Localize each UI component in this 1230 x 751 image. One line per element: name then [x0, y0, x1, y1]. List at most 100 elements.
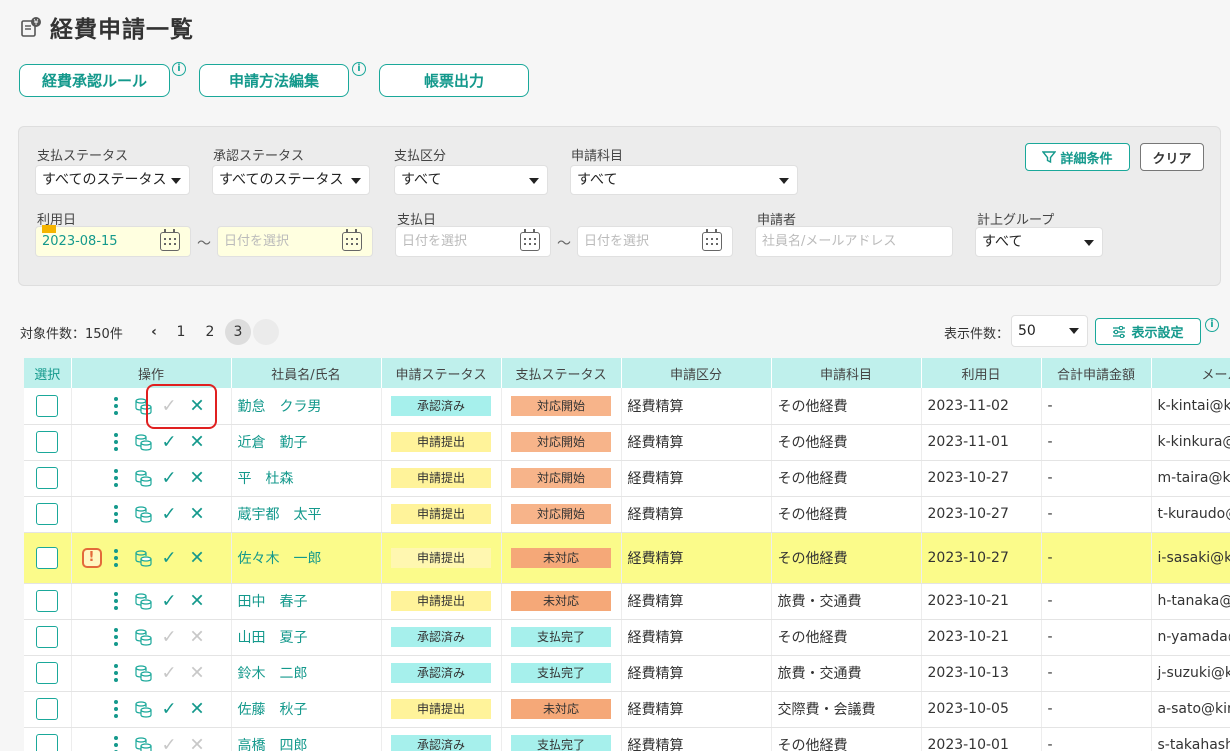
- pay-date-from-input[interactable]: 日付を選択: [395, 226, 551, 257]
- calendar-icon[interactable]: [520, 229, 540, 251]
- table-row[interactable]: ✓ ✕ 山田 夏子 承認済み 支払完了 経費精算 その他経費 2023-10-21- n-yam…: [24, 619, 1230, 656]
- table-row[interactable]: ✓ ✕ 鈴木 二郎 承認済み 支払完了 経費精算 旅費・交通費 2023-10-13- j-su…: [24, 655, 1230, 692]
- table-row[interactable]: ! ✓ ✕ 佐々木 一郎 申請提出 未対応 経費精算 その他経費 2023-10-27- i-sa…: [24, 532, 1230, 584]
- coins-icon[interactable]: [134, 549, 152, 567]
- coins-icon[interactable]: [134, 736, 152, 751]
- employee-name-cell[interactable]: 田中 春子: [231, 583, 382, 620]
- employee-name-link[interactable]: 佐々木 一郎: [238, 551, 322, 567]
- reject-x-icon[interactable]: ✕: [190, 627, 205, 648]
- page-2[interactable]: 2: [197, 319, 223, 345]
- reject-x-icon[interactable]: ✕: [190, 699, 205, 720]
- approve-check-icon[interactable]: ✓: [162, 591, 177, 612]
- col-type[interactable]: 申請区分: [621, 358, 772, 388]
- approve-check-icon[interactable]: ✓: [162, 699, 177, 720]
- approve-check-icon[interactable]: ✓: [162, 468, 177, 489]
- employee-name-link[interactable]: 勤怠 クラ男: [238, 399, 322, 415]
- employee-name-cell[interactable]: 佐々木 一郎: [231, 532, 382, 584]
- info-icon[interactable]: i: [172, 62, 186, 76]
- more-menu-icon[interactable]: [113, 736, 118, 751]
- col-select[interactable]: 選択: [24, 358, 72, 388]
- prev-page-button[interactable]: ‹: [141, 319, 167, 345]
- use-date-to-input[interactable]: 日付を選択: [217, 226, 373, 257]
- col-date[interactable]: 利用日: [921, 358, 1042, 388]
- approve-check-icon[interactable]: ✓: [162, 432, 177, 453]
- approve-check-icon[interactable]: ✓: [162, 627, 177, 648]
- display-settings-button[interactable]: 表示設定: [1095, 318, 1201, 345]
- table-row[interactable]: ✓ ✕ 佐藤 秋子 申請提出 未対応 経費精算 交際費・会議費 2023-10-05- a-sa…: [24, 691, 1230, 728]
- table-row[interactable]: ✓ ✕ 田中 春子 申請提出 未対応 経費精算 旅費・交通費 2023-10-21- h-tan…: [24, 583, 1230, 620]
- reject-x-icon[interactable]: ✕: [190, 504, 205, 525]
- application-method-edit-button[interactable]: 申請方法編集: [199, 64, 349, 97]
- subject-select[interactable]: すべて: [570, 165, 798, 195]
- warning-icon[interactable]: !: [81, 547, 102, 568]
- more-menu-icon[interactable]: [113, 700, 118, 718]
- applicant-search-input[interactable]: 社員名/メールアドレス: [755, 226, 953, 257]
- employee-name-cell[interactable]: 平 杜森: [231, 460, 382, 497]
- coins-icon[interactable]: [134, 469, 152, 487]
- row-checkbox[interactable]: [36, 394, 59, 417]
- next-page-button[interactable]: [253, 319, 279, 345]
- row-checkbox[interactable]: [36, 698, 59, 720]
- page-1[interactable]: 1: [168, 319, 194, 345]
- calendar-icon[interactable]: [342, 229, 362, 251]
- approve-check-icon[interactable]: ✓: [162, 735, 177, 751]
- info-icon[interactable]: i: [1205, 318, 1219, 332]
- col-amount[interactable]: 合計申請金額: [1041, 358, 1152, 388]
- approval-status-select[interactable]: すべてのステータス: [212, 165, 370, 195]
- reject-x-icon[interactable]: ✕: [190, 547, 205, 568]
- group-select[interactable]: すべて: [975, 227, 1103, 257]
- page-3[interactable]: 3: [225, 319, 251, 345]
- coins-icon[interactable]: [134, 664, 152, 682]
- row-checkbox[interactable]: [36, 431, 59, 453]
- approve-check-icon[interactable]: ✓: [162, 663, 177, 684]
- employee-name-link[interactable]: 佐藤 秋子: [238, 702, 308, 718]
- row-checkbox[interactable]: [36, 546, 59, 569]
- col-subject[interactable]: 申請科目: [771, 358, 922, 388]
- employee-name-cell[interactable]: 蔵宇都 太平: [231, 496, 382, 533]
- report-output-button[interactable]: 帳票出力: [379, 64, 529, 97]
- employee-name-link[interactable]: 鈴木 二郎: [238, 666, 308, 682]
- employee-name-cell[interactable]: 鈴木 二郎: [231, 655, 382, 692]
- reject-x-icon[interactable]: ✕: [190, 663, 205, 684]
- coins-icon[interactable]: [134, 592, 152, 610]
- row-checkbox[interactable]: [36, 662, 59, 684]
- pay-type-select[interactable]: すべて: [394, 165, 548, 195]
- table-row[interactable]: ✓ ✕ 平 杜森 申請提出 対応開始 経費精算 その他経費 2023-10-27- m-tair…: [24, 460, 1230, 497]
- employee-name-cell[interactable]: 近倉 勤子: [231, 424, 382, 461]
- coins-icon[interactable]: [134, 433, 152, 451]
- table-row[interactable]: ✓ ✕ 高橋 四郎 承認済み 支払完了 経費精算 その他経費 2023-10-01- s-tak…: [24, 727, 1230, 751]
- clear-button[interactable]: クリア: [1140, 143, 1204, 171]
- coins-icon[interactable]: [134, 628, 152, 646]
- approval-rule-button[interactable]: 経費承認ルール: [19, 64, 170, 97]
- col-approval-status[interactable]: 申請ステータス: [381, 358, 502, 388]
- employee-name-cell[interactable]: 山田 夏子: [231, 619, 382, 656]
- detail-conditions-button[interactable]: 詳細条件: [1025, 143, 1130, 171]
- employee-name-link[interactable]: 蔵宇都 太平: [238, 507, 322, 523]
- coins-icon[interactable]: [134, 505, 152, 523]
- reject-x-icon[interactable]: ✕: [190, 432, 205, 453]
- more-menu-icon[interactable]: [113, 664, 118, 682]
- row-checkbox[interactable]: [36, 590, 59, 612]
- employee-name-link[interactable]: 高橋 四郎: [238, 738, 308, 751]
- pay-status-select[interactable]: すべてのステータス: [35, 165, 190, 195]
- approve-check-icon[interactable]: ✓: [162, 547, 177, 568]
- per-page-select[interactable]: 50: [1011, 315, 1088, 347]
- reject-x-icon[interactable]: ✕: [190, 735, 205, 751]
- employee-name-cell[interactable]: 勤怠 クラ男: [231, 388, 382, 425]
- col-payment-status[interactable]: 支払ステータス: [501, 358, 622, 388]
- employee-name-link[interactable]: 山田 夏子: [238, 630, 308, 646]
- coins-icon[interactable]: [134, 700, 152, 718]
- employee-name-link[interactable]: 田中 春子: [238, 594, 308, 610]
- calendar-icon[interactable]: [702, 229, 722, 251]
- more-menu-icon[interactable]: [113, 469, 118, 487]
- more-menu-icon[interactable]: [113, 396, 118, 415]
- employee-name-link[interactable]: 平 杜森: [238, 471, 294, 487]
- row-checkbox[interactable]: [36, 503, 59, 525]
- col-employee[interactable]: 社員名/氏名: [231, 358, 382, 388]
- calendar-icon[interactable]: [160, 229, 180, 251]
- reject-x-icon[interactable]: ✕: [190, 468, 205, 489]
- row-checkbox[interactable]: [36, 626, 59, 648]
- more-menu-icon[interactable]: [113, 548, 118, 567]
- more-menu-icon[interactable]: [113, 592, 118, 610]
- more-menu-icon[interactable]: [113, 505, 118, 523]
